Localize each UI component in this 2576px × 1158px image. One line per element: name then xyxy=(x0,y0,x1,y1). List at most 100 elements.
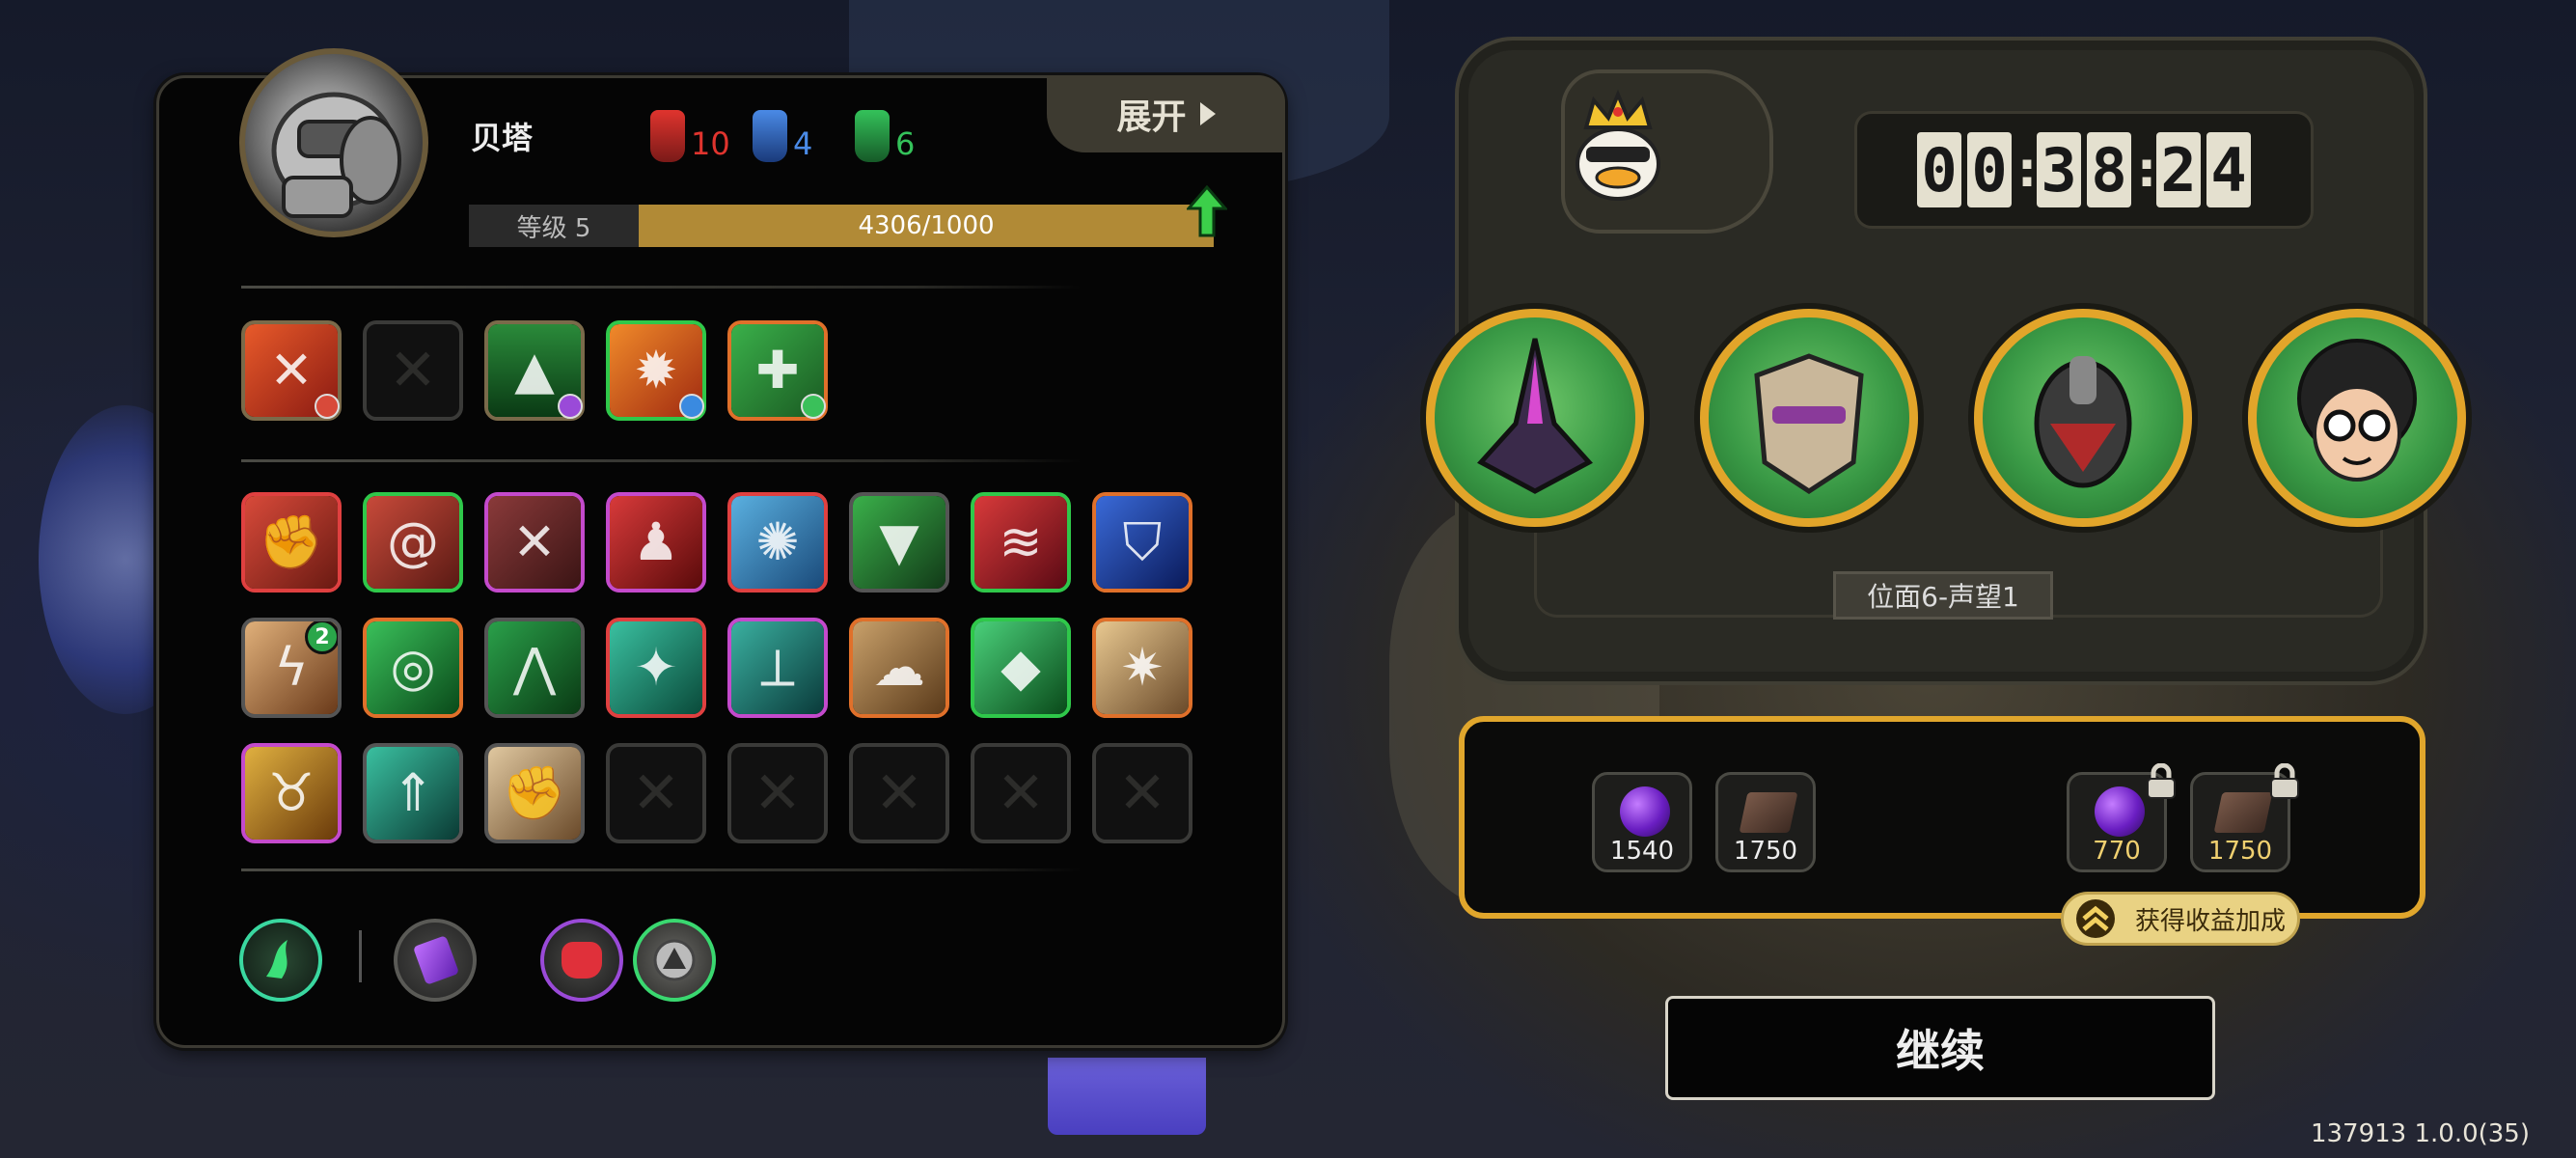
gear-sun-icon: ✷ xyxy=(1096,621,1189,714)
reward-book-free: 1750 xyxy=(1715,772,1816,872)
crossed-guns-icon: ✕ xyxy=(488,496,581,589)
reward-orb-locked: 770 xyxy=(2067,763,2176,872)
timer-digit: 8 xyxy=(2087,132,2131,207)
empty-slot-icon: ✕ xyxy=(631,759,681,827)
green-cloak-icon-glyph: ▼ xyxy=(879,511,919,572)
green-cloak-icon: ▼ xyxy=(853,496,945,589)
skill-slot[interactable]: @ xyxy=(363,492,463,593)
blue-shield-icon-glyph: ⛉ xyxy=(1122,511,1163,572)
red-claw-icon: ≋ xyxy=(974,496,1067,589)
green-vortex-icon-glyph: ◎ xyxy=(390,637,436,698)
level-label: 等级 5 xyxy=(469,205,639,247)
empty-slot-icon: ✕ xyxy=(996,759,1046,827)
empty-slot-icon: ✕ xyxy=(388,337,438,404)
red-figure-icon: ♟ xyxy=(610,496,702,589)
hero-slot-2[interactable] xyxy=(1700,309,1918,527)
empty-skill-slot[interactable]: ✕ xyxy=(363,320,463,421)
version-label: 137913 1.0.0(35) xyxy=(2310,1119,2530,1148)
empty-skill-slot[interactable]: ✕ xyxy=(606,743,706,843)
timer-colon: : xyxy=(2137,142,2156,198)
glasses-afro-hero-icon xyxy=(2297,339,2417,482)
skill-slot[interactable]: ◆ xyxy=(971,618,1071,718)
skill-slot[interactable]: ☁ xyxy=(849,618,949,718)
teal-arrow-icon-glyph: ⇑ xyxy=(391,762,435,823)
skill-slot[interactable]: ✷ xyxy=(1092,618,1192,718)
resource-green: 6 xyxy=(855,104,915,162)
element-badge-icon xyxy=(679,394,704,419)
skill-slot[interactable]: ⛉ xyxy=(1092,492,1192,593)
skill-slot[interactable]: ✊ xyxy=(484,743,585,843)
skill-slot[interactable]: ⋀ xyxy=(484,618,585,718)
skill-slot[interactable]: ✊ xyxy=(241,492,342,593)
element-badge-icon xyxy=(558,394,583,419)
red-figure-icon-glyph: ♟ xyxy=(632,511,680,572)
ice-shatter-icon: ✺ xyxy=(731,496,824,589)
reward-value: 1750 xyxy=(2207,837,2273,866)
timer-digit: 0 xyxy=(1917,132,1961,207)
timer-digit: 2 xyxy=(2156,132,2201,207)
lightning-burst-icon-glyph: ϟ xyxy=(274,637,309,698)
empty-skill-slot[interactable]: ✕ xyxy=(727,743,828,843)
dark-blade-hero-icon xyxy=(1477,338,1593,494)
empty-slot-icon: ✕ xyxy=(1117,759,1167,827)
empty-skill-slot[interactable]: ✕ xyxy=(849,743,949,843)
timer-digit: 3 xyxy=(2037,132,2081,207)
resource-green-value: 6 xyxy=(895,125,916,162)
syringe-skill-icon-glyph: ✚ xyxy=(755,340,800,400)
divider xyxy=(241,459,1081,462)
skill-slot[interactable]: ♉ xyxy=(241,743,342,843)
flame-slash-skill-icon-glyph: ✕ xyxy=(269,340,314,400)
hero-slot-1[interactable] xyxy=(1426,309,1644,527)
green-crystal-icon-glyph: ◆ xyxy=(1000,637,1041,698)
skill-slot[interactable]: ⇑ xyxy=(363,743,463,843)
reward-book-locked: 1750 xyxy=(2190,763,2299,872)
divider xyxy=(241,286,1081,289)
character-name: 贝塔 xyxy=(471,120,534,156)
reward-value: 770 xyxy=(2093,837,2141,866)
expand-button[interactable]: 展开 xyxy=(1047,75,1285,152)
gear-sun-icon-glyph: ✷ xyxy=(1120,637,1165,698)
skill-slot[interactable]: ϟ2 xyxy=(241,618,342,718)
play-arrow-icon xyxy=(1199,102,1216,125)
element-badge-icon xyxy=(315,394,340,419)
green-blade-icon: ⟂ xyxy=(731,621,824,714)
timer-digit: 0 xyxy=(1967,132,2012,207)
resource-red-value: 10 xyxy=(691,125,730,162)
empty-slot-icon: ✕ xyxy=(874,759,924,827)
angry-cloud-icon-glyph: ☁ xyxy=(873,637,925,698)
robot-helmet-icon xyxy=(271,92,401,218)
crossed-guns-icon-glyph: ✕ xyxy=(512,511,557,572)
red-claw-icon-glyph: ≋ xyxy=(999,511,1043,572)
resource-blue-value: 4 xyxy=(793,125,813,162)
skill-slot[interactable]: ⟂ xyxy=(727,618,828,718)
avatar[interactable] xyxy=(239,48,428,237)
timer-colon: : xyxy=(2017,142,2037,198)
empty-skill-slot[interactable]: ✕ xyxy=(1092,743,1192,843)
skill-slot[interactable]: ✺ xyxy=(727,492,828,593)
skill-slot[interactable]: ✕ xyxy=(484,492,585,593)
empty-slot-icon: ✕ xyxy=(753,759,803,827)
level-up-arrow-icon[interactable] xyxy=(1187,185,1227,237)
skill-slot[interactable]: ◎ xyxy=(363,618,463,718)
hero-slot-3[interactable] xyxy=(1974,309,2192,527)
ice-shatter-icon-glyph: ✺ xyxy=(755,511,800,572)
hero-slot-4[interactable] xyxy=(2248,309,2466,527)
resource-red: 10 xyxy=(650,104,730,162)
purple-orb-icon xyxy=(2095,786,2145,837)
empty-skill-slot[interactable]: ✕ xyxy=(971,743,1071,843)
silver-triangle-glyph xyxy=(653,939,696,981)
book-icon xyxy=(1739,792,1798,833)
skill-slot[interactable]: ▼ xyxy=(849,492,949,593)
green-wind-glyph xyxy=(266,940,288,979)
spiral-icon: @ xyxy=(367,496,459,589)
skill-slot[interactable]: ✦ xyxy=(606,618,706,718)
lock-icon xyxy=(2270,763,2299,799)
bonus-label: 获得收益加成 xyxy=(2135,906,2287,936)
green-totem-icon xyxy=(855,110,890,162)
skill-slot[interactable]: ≋ xyxy=(971,492,1071,593)
green-spikes-icon: ⋀ xyxy=(488,621,581,714)
divider xyxy=(241,868,1081,871)
continue-button[interactable]: 继续 xyxy=(1665,996,2215,1100)
resource-blue: 4 xyxy=(753,104,812,162)
skill-slot[interactable]: ♟ xyxy=(606,492,706,593)
